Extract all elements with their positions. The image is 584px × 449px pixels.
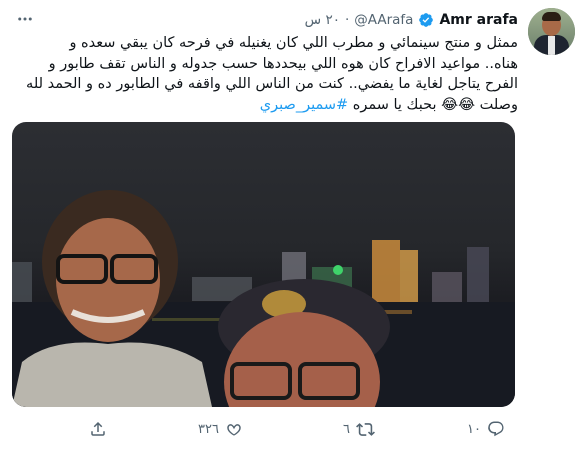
retweet-count: ٦ xyxy=(343,421,350,437)
tweet-photo[interactable] xyxy=(12,122,515,407)
author-name[interactable]: Amr arafa xyxy=(439,12,518,28)
like-button[interactable]: ٣٢٦ xyxy=(198,415,243,443)
avatar-shirt xyxy=(548,36,555,55)
retweet-icon xyxy=(356,420,375,439)
reply-button[interactable]: ١٠ xyxy=(467,415,505,443)
tweet-actions: ٣٢٦ ٦ ١٠ xyxy=(12,415,515,443)
tweet-text-line-prefix: وصلت 😂😂 بحبك يا سمره xyxy=(352,96,518,113)
header-separator: · xyxy=(344,12,350,28)
share-icon xyxy=(89,420,107,438)
share-button[interactable] xyxy=(89,415,113,443)
reply-count: ١٠ xyxy=(467,421,481,437)
author-handle[interactable]: @AArafa xyxy=(354,12,413,28)
hashtag-link[interactable]: #سمير_صبري xyxy=(260,97,348,113)
tweet-header: ٢٠ س · @AArafa Amr arafa xyxy=(305,10,518,30)
heart-icon xyxy=(225,420,243,438)
more-options-icon[interactable] xyxy=(14,8,36,30)
tweet-text: ممثل و منتج سينمائي و مطرب اللي كان يغني… xyxy=(10,33,518,115)
tweet-text-line: وصلت 😂😂 بحبك يا سمره #سمير_صبري xyxy=(10,95,518,116)
like-count: ٣٢٦ xyxy=(198,421,219,437)
author-avatar[interactable] xyxy=(528,8,575,55)
tweet-text-line: الفرح يتاجل لغاية ما يفضي.. كنت من الناس… xyxy=(26,76,518,92)
tweet-text-line: هناه.. مواعيد الافراح كان هوه اللي بيحدد… xyxy=(48,55,518,72)
reply-icon xyxy=(487,420,505,438)
tweet-timestamp[interactable]: ٢٠ س xyxy=(305,12,340,28)
photo-illustration xyxy=(12,190,515,407)
retweet-button[interactable]: ٦ xyxy=(343,415,375,443)
avatar-hair xyxy=(542,12,561,21)
verified-badge-icon xyxy=(418,12,434,28)
tweet-card[interactable]: ٢٠ س · @AArafa Amr arafa ممثل و منتج سين… xyxy=(0,0,584,449)
tweet-text-line: ممثل و منتج سينمائي و مطرب اللي كان يغني… xyxy=(69,35,518,51)
